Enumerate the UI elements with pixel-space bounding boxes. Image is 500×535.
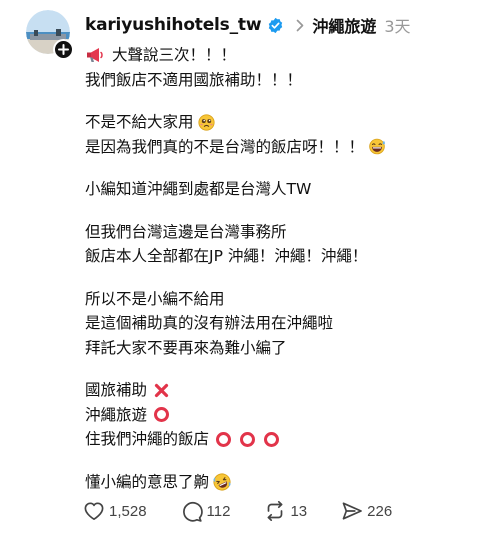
comment-count: 112 — [206, 502, 231, 520]
text-line: 所以不是小編不給用 — [85, 289, 225, 308]
text-line: 是這個補助真的沒有辦法用在沖繩啦 — [85, 314, 334, 332]
share-button[interactable]: 226 — [341, 501, 392, 521]
hollow-red-circle-icon — [154, 407, 170, 423]
avatar[interactable] — [26, 10, 74, 60]
rolling-laughing-icon — [213, 473, 231, 491]
text-line: 拜託大家不要再來為難小編了 — [85, 338, 287, 357]
hollow-red-circle-icon — [264, 431, 280, 447]
post-time: 3天 — [384, 17, 411, 36]
verified-badge-icon — [267, 17, 284, 34]
comment-icon — [182, 501, 203, 522]
action-bar: 1,528 112 13 226 — [83, 499, 426, 523]
paragraph: 但我們台灣這邊是台灣事務所 飯店本人全部都在JP 沖繩！沖繩！沖繩！ — [85, 220, 485, 269]
pleading-face-icon — [197, 114, 215, 131]
repost-icon — [268, 501, 283, 521]
text-line: 我們飯店不適用國旅補助！！！ — [85, 70, 303, 89]
text-line: 不是不給大家用 — [85, 110, 485, 135]
paragraph: 不是不給大家用 是因為我們真的不是台灣的飯店呀！！！ — [85, 110, 485, 159]
like-count: 1,528 — [109, 502, 147, 520]
share-count: 226 — [367, 502, 393, 520]
text-line: 懂小編的意思了齁 — [85, 470, 485, 495]
repost-button[interactable]: 13 — [264, 501, 307, 521]
paragraph: 懂小編的意思了齁 — [85, 470, 485, 495]
megaphone-icon — [85, 46, 105, 64]
grinning-sweat-icon — [368, 138, 386, 155]
username[interactable]: kariyushihotels_tw — [85, 15, 262, 35]
text-line: 飯店本人全部都在JP 沖繩！沖繩！沖繩！ — [85, 247, 368, 265]
cross-mark-icon — [154, 383, 169, 398]
paragraph: 所以不是小編不給用 是這個補助真的沒有辦法用在沖繩啦 拜託大家不要再來為難小編了 — [85, 287, 485, 361]
plus-icon — [58, 44, 69, 55]
repost-count: 13 — [290, 502, 308, 520]
paragraph: 大聲說三次！！！ 我們飯店不適用國旅補助！！！ — [85, 43, 485, 92]
text-line: 大聲說三次！！！ — [85, 43, 485, 68]
text-line: 國旅補助 — [85, 378, 485, 403]
send-icon — [342, 502, 363, 520]
paragraph: 小編知道沖繩到處都是台灣人TW — [85, 177, 485, 202]
text-line: 但我們台灣這邊是台灣事務所 — [85, 222, 287, 241]
hollow-red-circle-icon — [216, 431, 232, 447]
post-header: kariyushihotels_tw 沖繩旅遊 3天 — [85, 10, 411, 40]
follow-plus-button[interactable] — [53, 39, 74, 60]
hollow-red-circle-icon — [240, 431, 256, 447]
topic-tag[interactable]: 沖繩旅遊 — [312, 13, 376, 37]
like-button[interactable]: 1,528 — [83, 501, 147, 521]
post-body: 大聲說三次！！！ 我們飯店不適用國旅補助！！！ 不是不給大家用 是因為我們真的不… — [85, 43, 485, 512]
text-line: 是因為我們真的不是台灣的飯店呀！！！ — [85, 135, 485, 160]
heart-icon — [84, 502, 104, 521]
comment-button[interactable]: 112 — [181, 501, 231, 522]
text-line: 住我們沖繩的飯店 — [85, 427, 485, 452]
paragraph: 國旅補助 沖繩旅遊 住我們沖繩的飯店 — [85, 378, 485, 452]
text-line: 小編知道沖繩到處都是台灣人TW — [85, 180, 312, 198]
text-line: 沖繩旅遊 — [85, 403, 485, 428]
chevron-right-icon — [296, 19, 304, 32]
